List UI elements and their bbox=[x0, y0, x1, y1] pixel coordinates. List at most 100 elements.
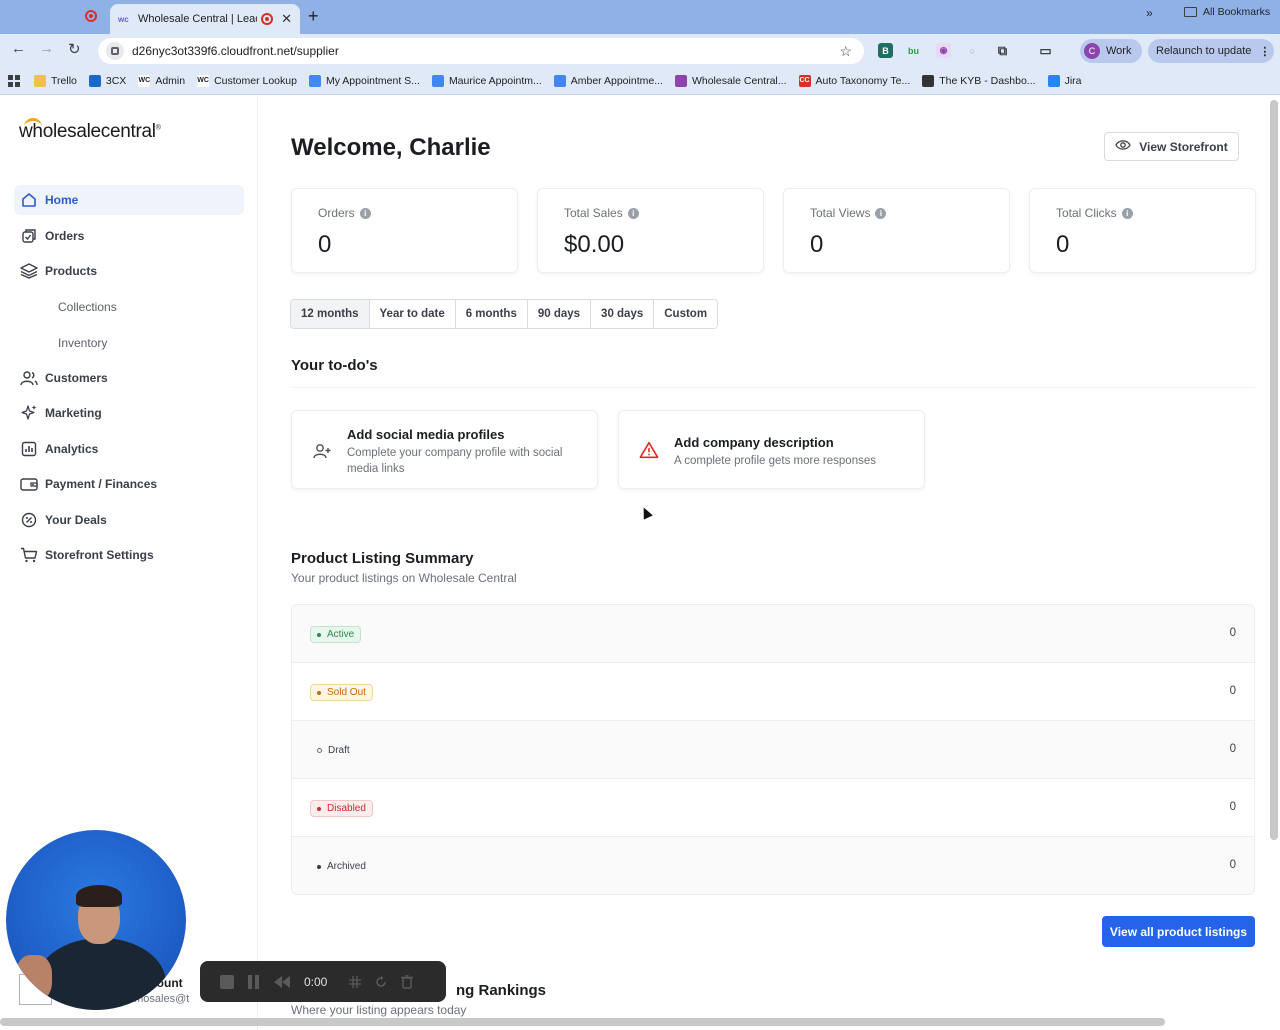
sidebar-item-inventory[interactable]: Inventory bbox=[58, 336, 107, 350]
trello-icon bbox=[34, 74, 46, 87]
range-12-months[interactable]: 12 months bbox=[291, 300, 370, 328]
back-icon[interactable]: ← bbox=[11, 40, 26, 57]
wallet-icon bbox=[20, 475, 38, 493]
range-custom[interactable]: Custom bbox=[654, 300, 718, 328]
rewind-icon[interactable] bbox=[274, 975, 290, 988]
trash-icon[interactable] bbox=[401, 974, 414, 989]
pause-icon[interactable] bbox=[248, 974, 260, 989]
person-body bbox=[36, 938, 166, 1010]
grid-icon[interactable] bbox=[349, 975, 362, 988]
listing-row-disabled[interactable]: Disabled 0 bbox=[292, 779, 1254, 837]
view-all-listings-button[interactable]: View all product listings bbox=[1102, 916, 1255, 947]
listing-row-sold-out[interactable]: Sold Out 0 bbox=[292, 663, 1254, 721]
bookmark-star-icon[interactable]: ☆ bbox=[839, 43, 852, 60]
active-tab[interactable]: wc Wholesale Central | Leadi ✕ bbox=[110, 4, 300, 34]
stat-value: 0 bbox=[1056, 231, 1070, 258]
sidebar-item-storefront-settings[interactable]: Storefront Settings bbox=[14, 540, 244, 570]
extension-bu-icon[interactable]: bu bbox=[906, 43, 921, 58]
info-icon[interactable]: i bbox=[627, 207, 639, 219]
profile-button[interactable]: C Work bbox=[1080, 39, 1142, 63]
listing-row-archived[interactable]: Archived 0 bbox=[292, 837, 1254, 894]
bookmark-item[interactable]: WC Customer Lookup bbox=[197, 74, 297, 87]
jira-icon bbox=[1047, 74, 1060, 87]
sidebar-item-your-deals[interactable]: Your Deals bbox=[14, 505, 244, 535]
recording-tab-icon[interactable] bbox=[85, 10, 97, 22]
status-dot bbox=[317, 690, 321, 695]
bookmark-item[interactable]: WC Admin bbox=[138, 74, 185, 87]
bookmark-item[interactable]: My Appointment S... bbox=[308, 74, 420, 87]
bookmark-label: 3CX bbox=[105, 74, 127, 87]
extensions-icon[interactable]: ⧉ bbox=[995, 43, 1010, 58]
info-icon[interactable]: i bbox=[1121, 207, 1133, 219]
listing-row-draft[interactable]: Draft 0 bbox=[292, 721, 1254, 779]
apps-grid-icon[interactable] bbox=[8, 74, 20, 87]
view-storefront-button[interactable]: View Storefront bbox=[1104, 132, 1239, 161]
range-year-to-date[interactable]: Year to date bbox=[369, 300, 456, 328]
more-menu-icon[interactable]: ⋮ bbox=[1259, 45, 1270, 58]
sidebar-item-products[interactable]: Products bbox=[14, 256, 244, 286]
main-content: Welcome, Charlie View Storefront Orders … bbox=[258, 96, 1268, 1030]
sidebar-item-marketing[interactable]: Marketing bbox=[14, 398, 244, 428]
status-dot bbox=[317, 864, 321, 869]
bookmark-item[interactable]: CC Auto Taxonomy Te... bbox=[798, 74, 910, 87]
sidebar-item-payment-finances[interactable]: Payment / Finances bbox=[14, 469, 244, 499]
sidebar-item-orders[interactable]: Orders bbox=[14, 221, 244, 251]
todo-card-social-media[interactable]: Add social media profiles Complete your … bbox=[291, 410, 598, 489]
extension-circle-icon[interactable]: ○ bbox=[965, 43, 980, 58]
bookmark-item[interactable]: 3CX bbox=[88, 74, 127, 87]
status-dot bbox=[317, 806, 321, 811]
sidebar-item-collections[interactable]: Collections bbox=[58, 300, 117, 314]
orders-icon bbox=[20, 227, 38, 245]
sidebar-item-label: Marketing bbox=[45, 406, 102, 420]
stat-label: Total Views bbox=[810, 206, 871, 220]
bookmark-label: The KYB - Dashbo... bbox=[939, 74, 1036, 87]
status-label: Active bbox=[327, 629, 355, 640]
profile-label: Work bbox=[1106, 45, 1132, 57]
bookmark-label: My Appointment S... bbox=[325, 74, 420, 87]
range-30-days[interactable]: 30 days bbox=[591, 300, 655, 328]
bookmark-item[interactable]: Trello bbox=[34, 74, 77, 87]
todo-card-company-description[interactable]: Add company description A complete profi… bbox=[618, 410, 925, 489]
status-badge: Draft bbox=[310, 742, 357, 759]
extension-b-icon[interactable]: B bbox=[878, 43, 893, 58]
horizontal-scrollbar[interactable] bbox=[0, 1018, 1165, 1026]
sidebar-item-customers[interactable]: Customers bbox=[14, 363, 244, 393]
range-6-months[interactable]: 6 months bbox=[455, 300, 528, 328]
close-tab-icon[interactable]: ✕ bbox=[281, 11, 292, 27]
reload-icon[interactable]: ↻ bbox=[68, 40, 81, 58]
url-text[interactable]: d26nyc3ot339f6.cloudfront.net/supplier bbox=[132, 44, 839, 58]
bookmark-item[interactable]: Jira bbox=[1047, 74, 1081, 87]
bookmark-item[interactable]: Amber Appointme... bbox=[553, 74, 663, 87]
sidebar-item-label: Payment / Finances bbox=[45, 477, 158, 491]
forward-icon[interactable]: → bbox=[39, 40, 54, 57]
new-tab-button[interactable]: + bbox=[308, 6, 319, 27]
sidebar-item-home[interactable]: Home bbox=[14, 185, 244, 215]
logo[interactable]: wholesalecentral® bbox=[19, 121, 161, 143]
stat-label: Total Clicks bbox=[1056, 206, 1117, 220]
address-bar[interactable]: d26nyc3ot339f6.cloudfront.net/supplier ☆ bbox=[98, 38, 864, 64]
site-info-icon[interactable] bbox=[106, 42, 124, 60]
webcam-bubble[interactable] bbox=[6, 830, 186, 1010]
bookmark-item[interactable]: Wholesale Central... bbox=[674, 74, 787, 87]
cast-icon[interactable]: ▭ bbox=[1038, 43, 1053, 58]
relaunch-button[interactable]: Relaunch to update ⋮ bbox=[1148, 39, 1274, 63]
sidebar-item-analytics[interactable]: Analytics bbox=[14, 434, 244, 464]
profile-avatar: C bbox=[1084, 43, 1100, 59]
all-bookmarks-label: All Bookmarks bbox=[1203, 6, 1271, 18]
listing-row-active[interactable]: Active 0 bbox=[292, 605, 1254, 663]
bookmark-label: Amber Appointme... bbox=[570, 74, 663, 87]
stop-icon[interactable] bbox=[220, 974, 234, 989]
stat-card-total-clicks: Total Clicks i 0 bbox=[1029, 188, 1256, 273]
bookmark-item[interactable]: Maurice Appointm... bbox=[431, 74, 542, 87]
all-bookmarks-button[interactable]: All Bookmarks bbox=[1184, 6, 1270, 18]
layers-icon bbox=[20, 262, 38, 280]
info-icon[interactable]: i bbox=[875, 207, 887, 219]
range-90-days[interactable]: 90 days bbox=[527, 300, 592, 328]
extension-puzzle-color-icon[interactable]: ◉ bbox=[936, 43, 951, 58]
restart-icon[interactable] bbox=[375, 975, 387, 988]
info-icon[interactable]: i bbox=[359, 207, 371, 219]
bookmark-item[interactable]: The KYB - Dashbo... bbox=[922, 74, 1036, 87]
vertical-scrollbar[interactable] bbox=[1270, 100, 1278, 840]
more-bookmarks-button[interactable]: » bbox=[1146, 6, 1153, 20]
todo-title: Add social media profiles bbox=[347, 427, 505, 442]
